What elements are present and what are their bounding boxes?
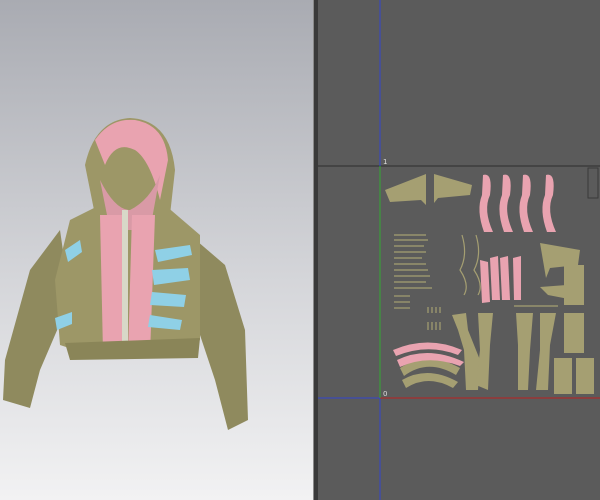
3d-viewport[interactable] [0,0,313,500]
strip-pieces [394,234,558,330]
uv-axis-label-1: 1 [383,158,388,166]
jacket-3d-model [3,118,248,430]
uv-layout [318,0,600,500]
uv-axis-label-0: 0 [383,390,388,398]
uv-editor-viewport[interactable]: 1 0 [318,0,600,500]
